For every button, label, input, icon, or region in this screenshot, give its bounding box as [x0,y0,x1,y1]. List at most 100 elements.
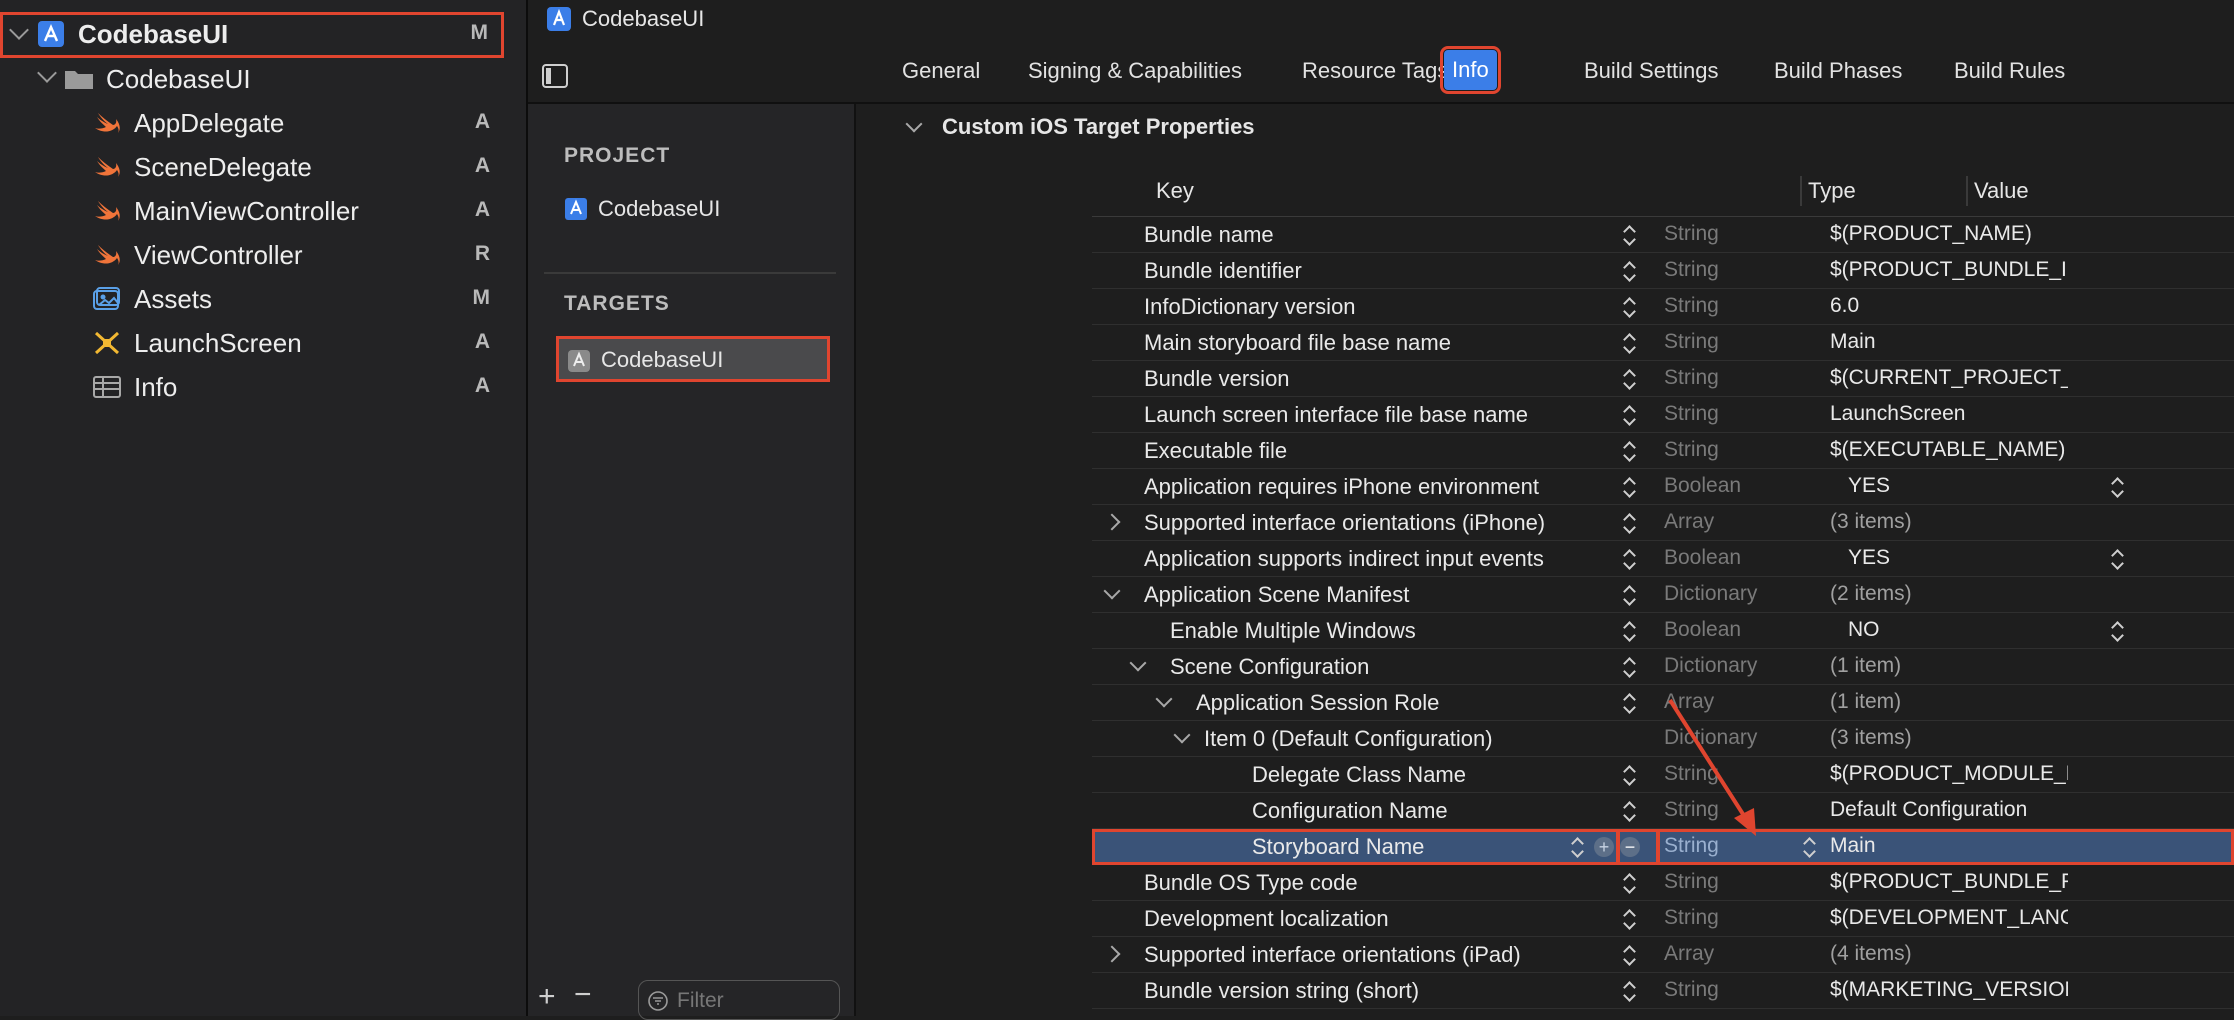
key-stepper-icon[interactable] [1622,368,1636,392]
property-row[interactable]: Launch screen interface file base name S… [1092,397,2234,433]
property-value[interactable]: $(PRODUCT_MODULE_NAME).SceneDelegate [1830,762,2068,786]
property-row[interactable]: Supported interface orientations (iPad) … [1092,937,2234,973]
tab-info[interactable]: Info [1440,46,1501,94]
tab-build-phases[interactable]: Build Phases [1774,58,1902,84]
property-type[interactable]: String [1664,330,1719,354]
navigator-group-row[interactable]: CodebaseUI [0,57,526,101]
property-value[interactable]: $(DEVELOPMENT_LANGUAGE) [1830,906,2068,930]
property-type[interactable]: String [1664,366,1719,390]
navigator-file-row[interactable]: Assets M [0,277,526,321]
tab-resource-tags[interactable]: Resource Tags [1302,58,1448,84]
add-icon[interactable]: + [538,980,556,1014]
property-value[interactable]: YES [1848,474,2086,498]
remove-row-icon[interactable]: − [1620,837,1640,857]
key-stepper-icon[interactable] [1570,836,1584,860]
key-stepper-icon[interactable] [1622,800,1636,824]
property-type[interactable]: String [1664,978,1719,1002]
property-value[interactable]: $(PRODUCT_BUNDLE_IDENTIFIER) [1830,258,2068,282]
property-value[interactable]: (3 items) [1830,510,2068,534]
property-type[interactable]: String [1664,294,1719,318]
property-type[interactable]: Array [1664,510,1714,534]
key-stepper-icon[interactable] [1622,584,1636,608]
property-type[interactable]: String [1664,222,1719,246]
property-type[interactable]: String [1664,438,1719,462]
key-stepper-icon[interactable] [1622,764,1636,788]
property-row[interactable]: Application requires iPhone environment … [1092,469,2234,505]
tab-signing-capabilities[interactable]: Signing & Capabilities [1028,58,1242,84]
property-row[interactable]: Application supports indirect input even… [1092,541,2234,577]
property-row[interactable]: Bundle name String $(PRODUCT_NAME) [1092,217,2234,253]
property-value[interactable]: (4 items) [1830,942,2068,966]
target-list-item[interactable]: CodebaseUI [556,336,830,382]
property-value[interactable]: $(EXECUTABLE_NAME) [1830,438,2068,462]
key-stepper-icon[interactable] [1622,656,1636,680]
property-row[interactable]: Executable file String $(EXECUTABLE_NAME… [1092,433,2234,469]
key-stepper-icon[interactable] [1622,476,1636,500]
property-value[interactable]: LaunchScreen [1830,402,2068,426]
key-stepper-icon[interactable] [1622,332,1636,356]
key-stepper-icon[interactable] [1622,224,1636,248]
value-popup-icon[interactable] [2110,476,2124,500]
property-value[interactable]: Main [1830,330,2068,354]
type-popup-icon[interactable] [1802,836,1816,860]
property-value[interactable]: $(MARKETING_VERSION) [1830,978,2068,1002]
property-row[interactable]: Main storyboard file base name String Ma… [1092,325,2234,361]
key-stepper-icon[interactable] [1622,296,1636,320]
filter-field[interactable]: Filter [638,980,840,1020]
column-header-value[interactable]: Value [1974,178,2029,204]
property-type[interactable]: Boolean [1664,618,1741,642]
tab-general[interactable]: General [902,58,980,84]
editor-title[interactable]: CodebaseUI [582,6,704,32]
property-value[interactable]: NO [1848,618,2086,642]
key-stepper-icon[interactable] [1622,980,1636,1004]
row-disclosure-icon[interactable] [1103,582,1121,600]
navigator-file-row[interactable]: ViewController R [0,233,526,277]
property-type[interactable]: String [1664,402,1719,426]
key-stepper-icon[interactable] [1622,548,1636,572]
key-stepper-icon[interactable] [1622,404,1636,428]
property-row[interactable]: Supported interface orientations (iPhone… [1092,505,2234,541]
navigator-file-row[interactable]: MainViewController A [0,189,526,233]
property-type[interactable]: Array [1664,942,1714,966]
property-row[interactable]: Bundle identifier String $(PRODUCT_BUNDL… [1092,253,2234,289]
key-stepper-icon[interactable] [1622,512,1636,536]
row-disclosure-icon[interactable] [1155,690,1173,708]
property-value[interactable]: (1 item) [1830,690,2068,714]
navigator-project-row[interactable]: CodebaseUI M [0,12,526,56]
property-value[interactable]: Default Configuration [1830,798,2068,822]
value-popup-icon[interactable] [2110,620,2124,644]
property-type[interactable]: Boolean [1664,474,1741,498]
property-value[interactable]: 6.0 [1830,294,2068,318]
property-value[interactable]: (2 items) [1830,582,2068,606]
navigator-file-row[interactable]: Info A [0,365,526,409]
property-value[interactable]: YES [1848,546,2086,570]
property-value[interactable]: (1 item) [1830,654,2068,678]
key-stepper-icon[interactable] [1622,260,1636,284]
key-stepper-icon[interactable] [1622,872,1636,896]
row-disclosure-icon[interactable] [1103,513,1121,531]
property-value[interactable]: Main [1830,834,2068,858]
navigator-file-row[interactable]: SceneDelegate A [0,145,526,189]
remove-icon[interactable]: − [574,978,592,1012]
column-header-key[interactable]: Key [1156,178,1194,204]
property-type[interactable]: Dictionary [1664,582,1757,606]
key-stepper-icon[interactable] [1622,908,1636,932]
row-disclosure-icon[interactable] [1129,654,1147,672]
tab-build-rules[interactable]: Build Rules [1954,58,2065,84]
section-disclosure-icon[interactable] [905,115,923,133]
project-list-item[interactable]: CodebaseUI [564,194,834,224]
add-row-icon[interactable]: + [1594,837,1614,857]
column-header-type[interactable]: Type [1808,178,1856,204]
property-row[interactable]: Bundle version string (short) String $(M… [1092,973,2234,1009]
property-row[interactable]: Application Scene Manifest Dictionary (2… [1092,577,2234,613]
property-value[interactable]: $(PRODUCT_BUNDLE_PACKAGE_TYPE) [1830,870,2068,894]
property-row[interactable]: Bundle version String $(CURRENT_PROJECT_… [1092,361,2234,397]
property-value[interactable]: $(PRODUCT_NAME) [1830,222,2068,246]
property-value[interactable]: (3 items) [1830,726,2068,750]
property-type[interactable]: Dictionary [1664,654,1757,678]
row-disclosure-icon[interactable] [1173,726,1191,744]
property-row[interactable]: Bundle OS Type code String $(PRODUCT_BUN… [1092,865,2234,901]
key-stepper-icon[interactable] [1622,440,1636,464]
property-value[interactable]: $(CURRENT_PROJECT_VERSION) [1830,366,2068,390]
key-stepper-icon[interactable] [1622,620,1636,644]
